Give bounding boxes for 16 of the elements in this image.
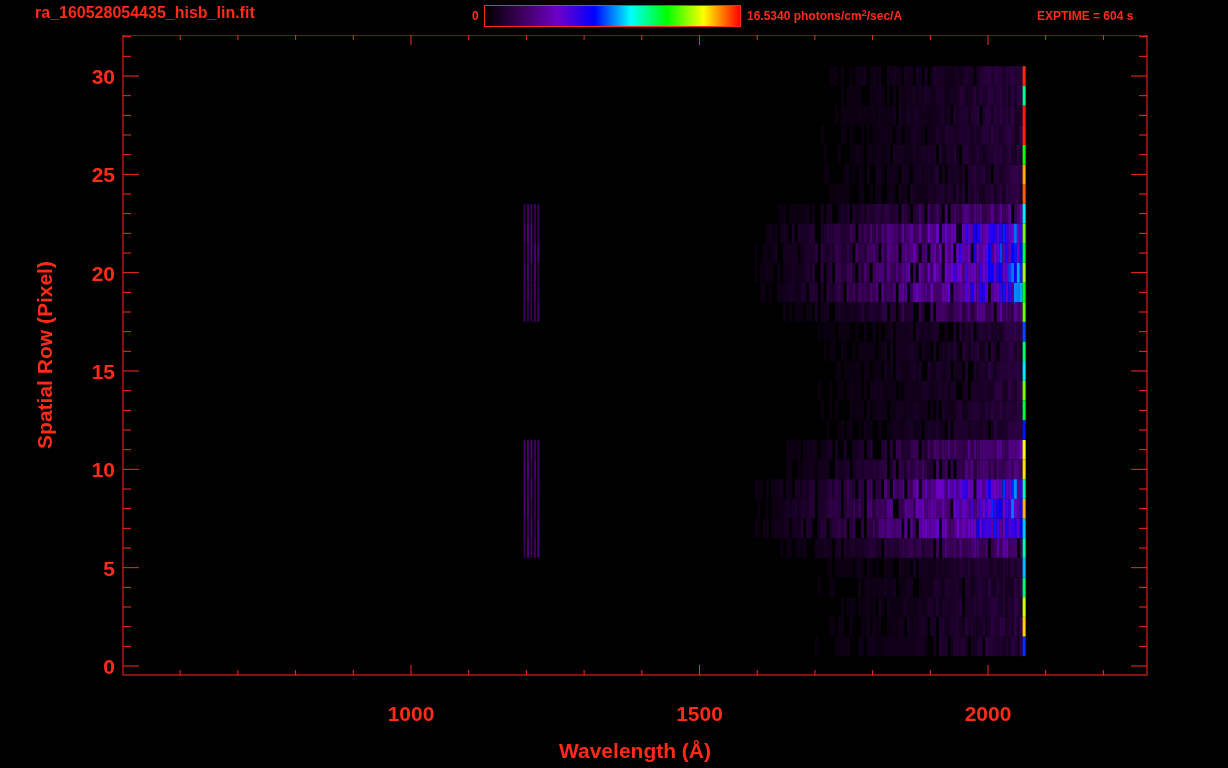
colorbar-max-label: 16.5340 photons/cm$^{2}$/sec/A — [747, 6, 904, 25]
y-tick-label: 30 — [91, 65, 115, 88]
x-tick-label: 1500 — [676, 702, 723, 725]
y-tick-label: 5 — [103, 556, 115, 580]
y-tick-label: 0 — [103, 655, 115, 678]
x-tick-label: 1000 — [387, 702, 435, 725]
y-tick-label: 10 — [91, 458, 115, 482]
y-tick-label: 20 — [91, 261, 115, 285]
y-tick-label: 15 — [91, 360, 115, 383]
x-axis-label: Wavelength (Å) — [558, 739, 712, 762]
file-title: ra_160528054435_hisb_lin.fit — [35, 3, 256, 23]
y-tick-label: 25 — [91, 163, 115, 187]
colorbar-min-label: 0 — [472, 8, 480, 25]
x-tick-label: 2000 — [964, 702, 1012, 725]
y-axis-label: Spatial Row (Pixel) — [33, 261, 56, 449]
exposure-time: EXPTIME = 604 s — [1037, 8, 1134, 25]
